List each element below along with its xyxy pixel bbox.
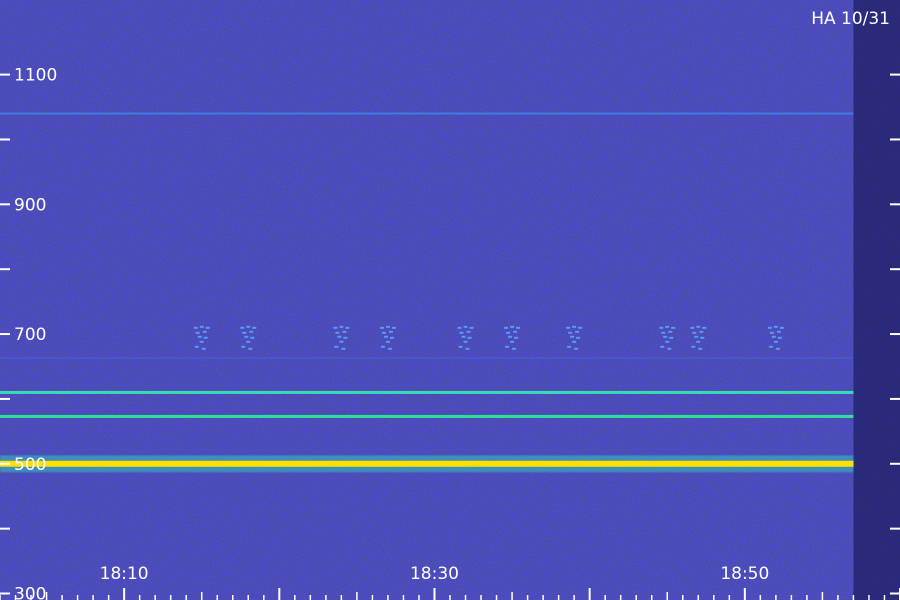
x-tick-label: 18:30 [410, 564, 459, 584]
emission-line [0, 414, 854, 418]
corner-label: HA 10/31 [811, 9, 890, 29]
y-tick-label: 900 [14, 195, 46, 215]
x-tick-label: 18:10 [100, 564, 149, 584]
y-tick-label: 300 [14, 585, 46, 600]
x-tick-label: 18:50 [720, 564, 769, 584]
emission-line [0, 112, 854, 115]
right-margin-shade [853, 0, 900, 600]
emission-line [0, 390, 854, 394]
emission-line [0, 460, 854, 467]
y-tick-label: 1100 [14, 66, 57, 86]
noise-texture [0, 0, 900, 600]
spectrogram-chart: 1100 900 700 500 300 18:10 18:30 18:50 HA 10/3… [0, 0, 900, 600]
y-tick-label: 500 [14, 455, 46, 475]
emission-line [0, 357, 854, 359]
y-tick-label: 700 [14, 325, 46, 345]
